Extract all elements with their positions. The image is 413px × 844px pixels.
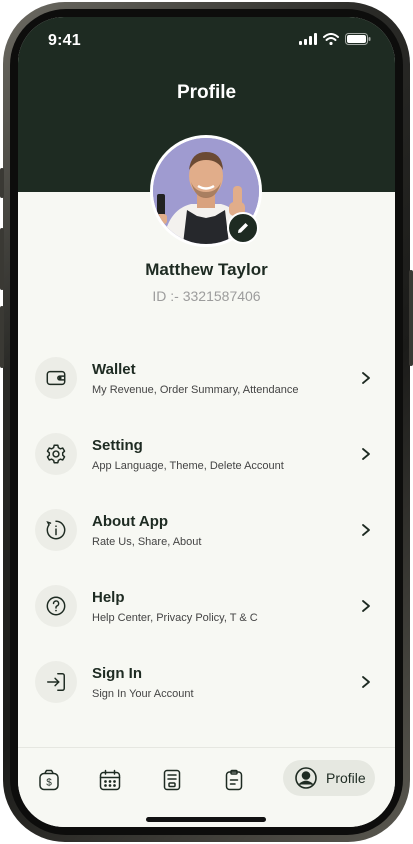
- pencil-icon: [238, 223, 248, 233]
- gear-icon: [46, 444, 66, 464]
- menu-title: Wallet: [92, 360, 136, 378]
- wallet-icon: [46, 370, 66, 386]
- battery-icon: [345, 33, 371, 45]
- power-button: [409, 270, 413, 366]
- money-bag-icon[interactable]: $: [37, 768, 61, 792]
- menu-title: Sign In: [92, 664, 142, 682]
- chevron-right-icon: [362, 600, 370, 612]
- menu-item-sign-in[interactable]: Sign In Sign In Your Account: [18, 644, 395, 720]
- page-title: Profile: [176, 82, 237, 103]
- status-time: 9:41: [48, 32, 81, 49]
- menu-subtitle: App Language, Theme, Delete Account: [92, 459, 284, 472]
- menu-title: Setting: [92, 436, 143, 454]
- sign-in-icon: [47, 673, 65, 691]
- side-button: [0, 168, 4, 198]
- user-name: Matthew Taylor: [145, 260, 268, 279]
- menu-item-help[interactable]: Help Help Center, Privacy Policy, T & C: [18, 568, 395, 644]
- bottom-nav: $ Profile: [18, 747, 395, 827]
- user-id: ID :- 3321587406: [152, 288, 261, 304]
- chevron-right-icon: [362, 372, 370, 384]
- nav-profile-label: Profile: [326, 770, 366, 786]
- nav-profile-tab[interactable]: Profile: [283, 760, 375, 796]
- edit-avatar-button[interactable]: [227, 212, 259, 244]
- user-circle-icon: [295, 767, 317, 789]
- question-icon: [46, 596, 66, 616]
- profile-menu: Wallet My Revenue, Order Summary, Attend…: [18, 340, 395, 720]
- menu-subtitle: My Revenue, Order Summary, Attendance: [92, 383, 299, 396]
- wifi-icon: [323, 33, 339, 45]
- app-screen: 9:41 Profile Matthew Taylor ID:- 332158…: [18, 17, 395, 827]
- side-button: [0, 228, 4, 290]
- menu-item-about-app[interactable]: About App Rate Us, Share, About: [18, 492, 395, 568]
- calendar-icon[interactable]: [98, 768, 122, 792]
- home-indicator: [146, 817, 266, 822]
- menu-item-setting[interactable]: Setting App Language, Theme, Delete Acco…: [18, 416, 395, 492]
- info-icon: [46, 520, 66, 540]
- menu-title: About App: [92, 512, 169, 530]
- chevron-right-icon: [362, 524, 370, 536]
- menu-subtitle: Sign In Your Account: [92, 687, 194, 700]
- status-icons: [299, 33, 371, 45]
- menu-item-wallet[interactable]: Wallet My Revenue, Order Summary, Attend…: [18, 340, 395, 416]
- clipboard-icon[interactable]: [222, 768, 246, 792]
- menu-subtitle: Help Center, Privacy Policy, T & C: [92, 611, 258, 624]
- side-button: [0, 306, 4, 368]
- chevron-right-icon: [362, 448, 370, 460]
- chevron-right-icon: [362, 676, 370, 688]
- menu-subtitle: Rate Us, Share, About: [92, 535, 202, 548]
- menu-title: Help: [92, 588, 125, 606]
- signal-icon: [299, 33, 317, 45]
- svg-text:$: $: [46, 778, 52, 789]
- pos-terminal-icon[interactable]: [160, 768, 184, 792]
